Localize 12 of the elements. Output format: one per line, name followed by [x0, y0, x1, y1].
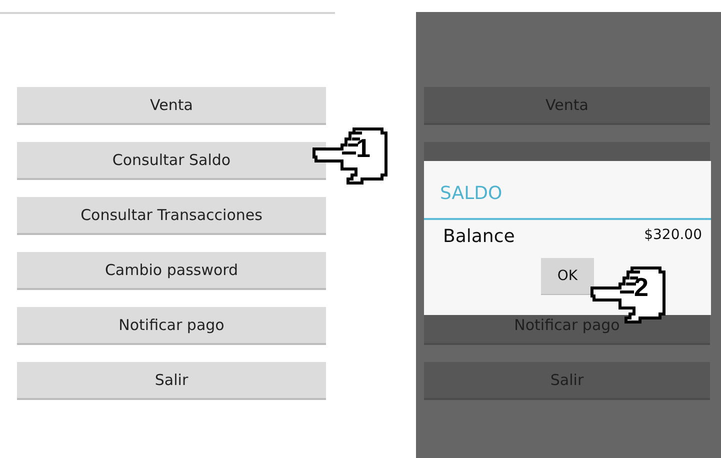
- dialog-title: SALDO: [439, 182, 504, 198]
- step-number: 2: [634, 272, 648, 302]
- step-number: 1: [356, 133, 370, 163]
- ok-button[interactable]: OK: [541, 258, 594, 295]
- menu-button[interactable]: Venta: [17, 87, 326, 125]
- menu-button[interactable]: Consultar Transacciones: [17, 197, 326, 235]
- balance-label: Balance: [443, 226, 515, 247]
- menu-button[interactable]: Consultar Saldo: [17, 142, 326, 180]
- menu-button[interactable]: Cambio password: [17, 252, 326, 290]
- balance-value: $320.00: [644, 226, 702, 243]
- menu-button[interactable]: Salir: [17, 362, 326, 400]
- menu-button[interactable]: Notificar pago: [17, 307, 326, 345]
